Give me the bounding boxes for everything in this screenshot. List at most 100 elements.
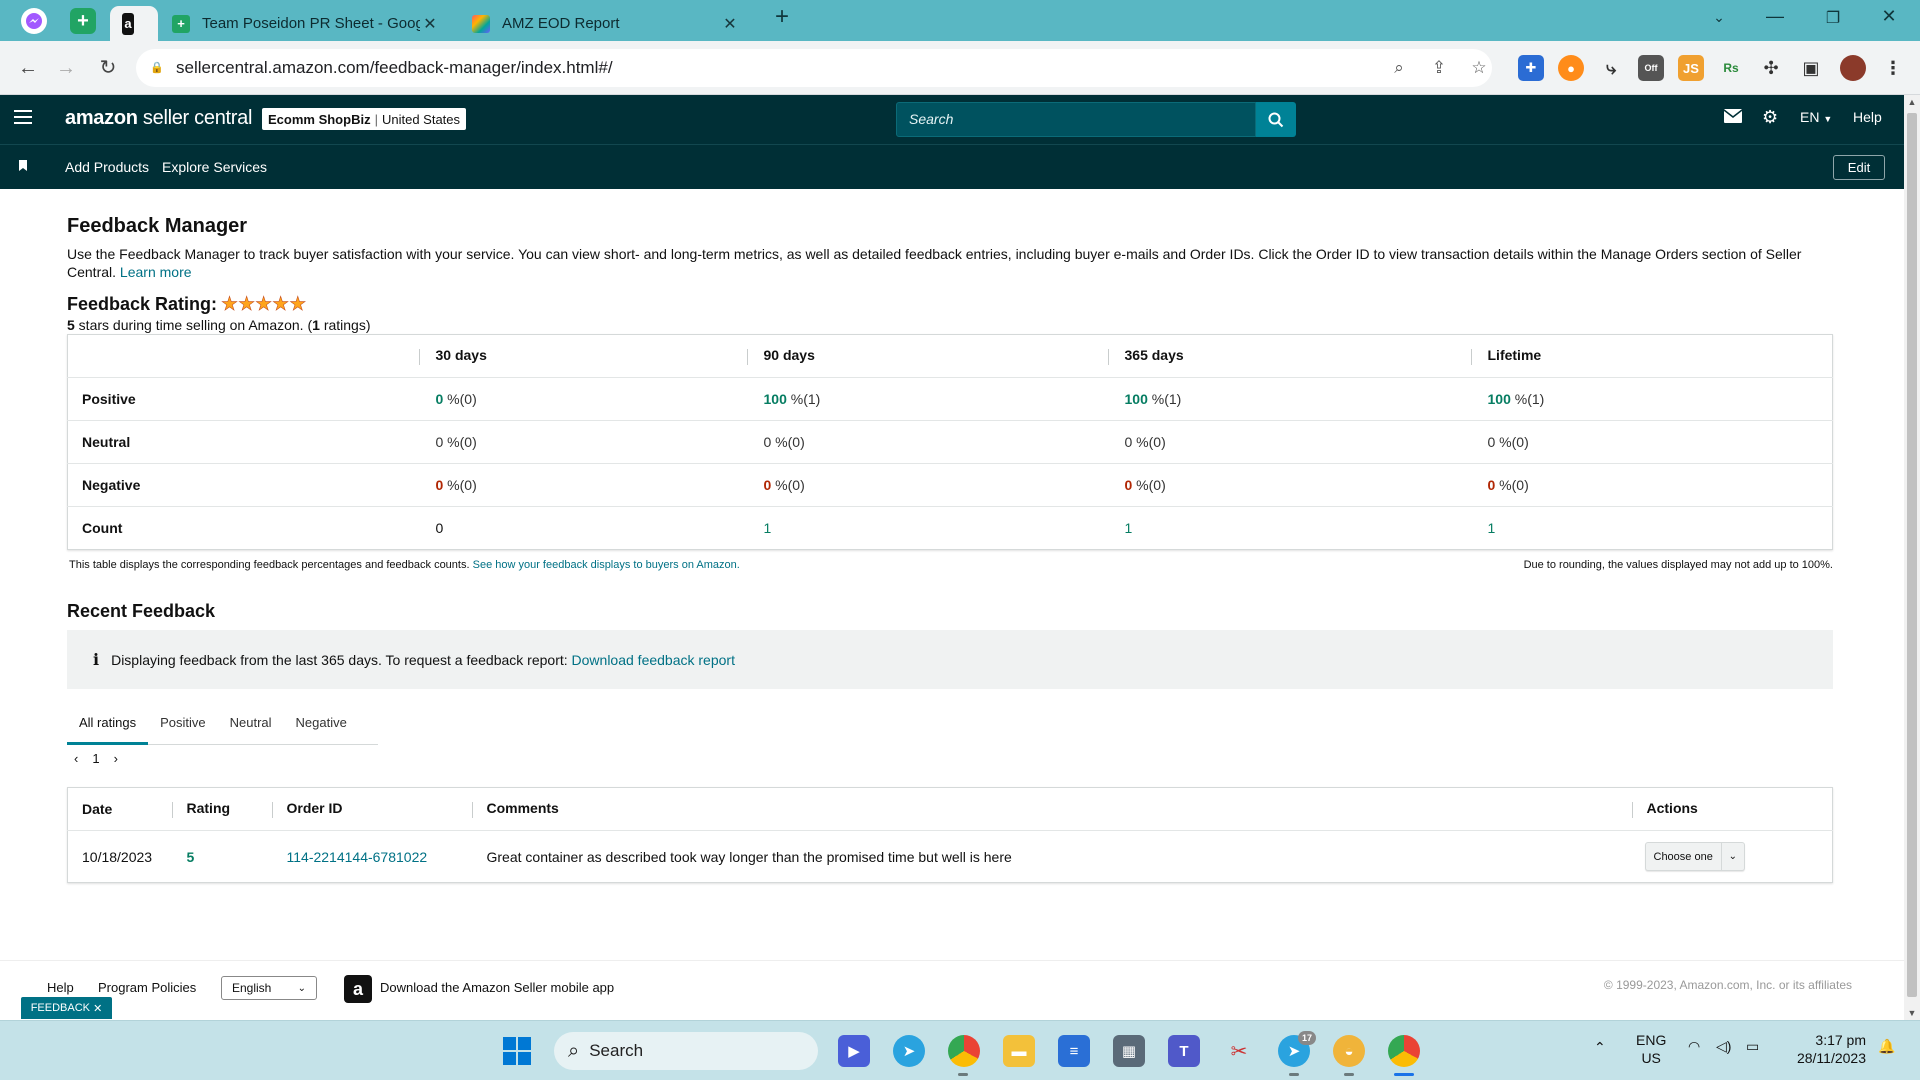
- metric-percent: 100: [763, 391, 787, 407]
- search-input[interactable]: Search: [896, 102, 1256, 137]
- page-number[interactable]: 1: [92, 751, 99, 766]
- reload-button[interactable]: ↻: [94, 54, 122, 82]
- browser-menu-icon[interactable]: ⋮: [1880, 55, 1906, 81]
- tab-neutral[interactable]: Neutral: [218, 705, 284, 745]
- new-tab-button[interactable]: +: [767, 3, 797, 31]
- prev-page-chevron-icon[interactable]: ‹: [74, 751, 78, 766]
- footer-language-select[interactable]: English ⌄: [221, 976, 317, 1000]
- chrome-icon[interactable]: [948, 1035, 980, 1067]
- store-region: United States: [381, 111, 461, 127]
- column-label: 30 days: [435, 347, 487, 364]
- scroll-down-arrow-icon[interactable]: ▼: [1904, 1008, 1920, 1018]
- app-duck-icon[interactable]: ◒: [1333, 1035, 1365, 1067]
- actions-dropdown[interactable]: Choose one ⌄: [1644, 842, 1745, 871]
- edit-button[interactable]: Edit: [1833, 155, 1885, 180]
- column-header: Lifetime: [1470, 334, 1833, 378]
- tab-search-chevron-icon[interactable]: ⌄: [1704, 9, 1734, 26]
- video-meet-icon[interactable]: ▶: [838, 1035, 870, 1067]
- extension-off-icon[interactable]: Off: [1638, 55, 1664, 81]
- extension-icon[interactable]: ✚: [1518, 55, 1544, 81]
- taskbar-search[interactable]: ⌕ Search: [554, 1032, 818, 1070]
- tab-all-ratings[interactable]: All ratings: [67, 705, 149, 745]
- buyer-display-link[interactable]: See how your feedback displays to buyers…: [473, 559, 740, 571]
- notification-bell-icon[interactable]: 🔔: [1878, 1038, 1895, 1055]
- share-icon[interactable]: ⇪: [1426, 49, 1452, 87]
- count-link[interactable]: 1: [747, 507, 1108, 550]
- volume-icon[interactable]: ◁): [1716, 1038, 1731, 1055]
- back-button[interactable]: ←: [14, 54, 42, 82]
- program-policies-link[interactable]: Program Policies: [98, 980, 196, 995]
- sidepanel-icon[interactable]: ▣: [1798, 55, 1824, 81]
- amazon-active-tab[interactable]: a: [110, 6, 158, 41]
- page-title: Feedback Manager: [67, 215, 248, 237]
- minimize-button[interactable]: —: [1760, 6, 1790, 27]
- table-footnote: This table displays the corresponding fe…: [69, 559, 740, 571]
- input-language-indicator[interactable]: ENG US: [1636, 1031, 1666, 1067]
- footer-help-link[interactable]: Help: [47, 980, 74, 995]
- extensions-puzzle-icon[interactable]: ✣: [1758, 55, 1784, 81]
- address-bar[interactable]: 🔒 sellercentral.amazon.com/feedback-mana…: [136, 49, 1492, 87]
- tab-negative[interactable]: Negative: [284, 705, 359, 745]
- calculator-icon[interactable]: ▦: [1113, 1035, 1145, 1067]
- close-icon[interactable]: ✕: [420, 14, 440, 34]
- close-window-button[interactable]: ✕: [1874, 6, 1904, 27]
- notepad-icon[interactable]: ≡: [1058, 1035, 1090, 1067]
- tab-team-poseidon[interactable]: + Team Poseidon PR Sheet - Goog ✕: [160, 6, 452, 41]
- telegram-icon[interactable]: ➤: [893, 1035, 925, 1067]
- rating-summary-count: 1: [312, 317, 320, 333]
- tray-chevron-up-icon[interactable]: ⌃: [1594, 1039, 1606, 1056]
- search-button[interactable]: [1256, 102, 1296, 137]
- intro-description: Use the Feedback Manager to track buyer …: [67, 246, 1802, 280]
- order-id-link[interactable]: 114-2214144-6781022: [287, 849, 428, 865]
- seller-central-logo[interactable]: amazon seller central: [65, 107, 252, 130]
- page-scrollbar[interactable]: ▲ ▼: [1904, 95, 1920, 1020]
- file-explorer-icon[interactable]: ▬: [1003, 1035, 1035, 1067]
- forward-button[interactable]: →: [52, 54, 80, 82]
- tab-positive[interactable]: Positive: [148, 705, 218, 745]
- extension-rs-icon[interactable]: Rs: [1718, 55, 1744, 81]
- learn-more-link[interactable]: Learn more: [120, 264, 192, 280]
- help-link[interactable]: Help: [1853, 109, 1882, 125]
- extension-orange-icon[interactable]: ●: [1558, 55, 1584, 81]
- chrome-active-icon[interactable]: [1388, 1035, 1420, 1067]
- feedback-tab-button[interactable]: FEEDBACK ✕: [21, 997, 112, 1019]
- windows-start-icon[interactable]: [501, 1035, 533, 1067]
- teams-icon[interactable]: T: [1168, 1035, 1200, 1067]
- download-feedback-report-link[interactable]: Download feedback report: [572, 652, 735, 668]
- battery-icon[interactable]: ▭: [1746, 1038, 1759, 1055]
- extension-arrow-icon[interactable]: ⤷: [1598, 55, 1624, 81]
- info-text: Displaying feedback from the last 365 da…: [111, 651, 568, 668]
- download-app-link[interactable]: Download the Amazon Seller mobile app: [380, 980, 614, 995]
- settings-gear-icon[interactable]: ⚙: [1762, 107, 1778, 128]
- close-icon[interactable]: ✕: [720, 14, 740, 34]
- wifi-icon[interactable]: ◠: [1688, 1038, 1700, 1055]
- copyright-text: © 1999-2023, Amazon.com, Inc. or its aff…: [1603, 978, 1852, 992]
- close-icon[interactable]: ✕: [93, 1002, 102, 1015]
- nav-explore-services[interactable]: Explore Services: [162, 159, 267, 175]
- next-page-chevron-icon[interactable]: ›: [114, 751, 118, 766]
- amazon-app-icon[interactable]: a: [344, 975, 372, 1003]
- tab-title: Team Poseidon PR Sheet - Goog: [202, 15, 420, 32]
- scrollbar-thumb[interactable]: [1907, 113, 1917, 997]
- snipping-tool-icon[interactable]: ✂: [1223, 1035, 1255, 1067]
- feedback-metrics-table: 30 days 90 days 365 days Lifetime Positi…: [67, 334, 1833, 550]
- count-link[interactable]: 1: [1108, 507, 1471, 550]
- scroll-up-arrow-icon[interactable]: ▲: [1904, 97, 1920, 107]
- hamburger-menu-icon[interactable]: [14, 110, 32, 128]
- feedback-rating-label: Feedback Rating:: [67, 294, 218, 314]
- profile-avatar[interactable]: [1840, 55, 1866, 81]
- messenger-tab-icon[interactable]: [21, 8, 47, 34]
- zoom-icon[interactable]: ⌕: [1386, 49, 1412, 87]
- clock[interactable]: 3:17 pm 28/11/2023: [1786, 1031, 1866, 1067]
- bookmark-icon[interactable]: [19, 158, 27, 174]
- extension-js-icon[interactable]: JS: [1678, 55, 1704, 81]
- store-selector[interactable]: Ecomm ShopBiz | United States: [262, 108, 467, 130]
- bookmark-star-icon[interactable]: ☆: [1466, 49, 1492, 87]
- count-link[interactable]: 1: [1471, 507, 1833, 550]
- mail-icon[interactable]: [1723, 109, 1743, 126]
- maximize-button[interactable]: ❐: [1818, 8, 1848, 28]
- tab-amz-eod-report[interactable]: AMZ EOD Report ✕: [460, 6, 752, 41]
- google-sheets-tab-icon[interactable]: +: [70, 8, 96, 34]
- nav-add-products[interactable]: Add Products: [65, 159, 149, 175]
- language-selector[interactable]: EN ▼: [1800, 109, 1832, 125]
